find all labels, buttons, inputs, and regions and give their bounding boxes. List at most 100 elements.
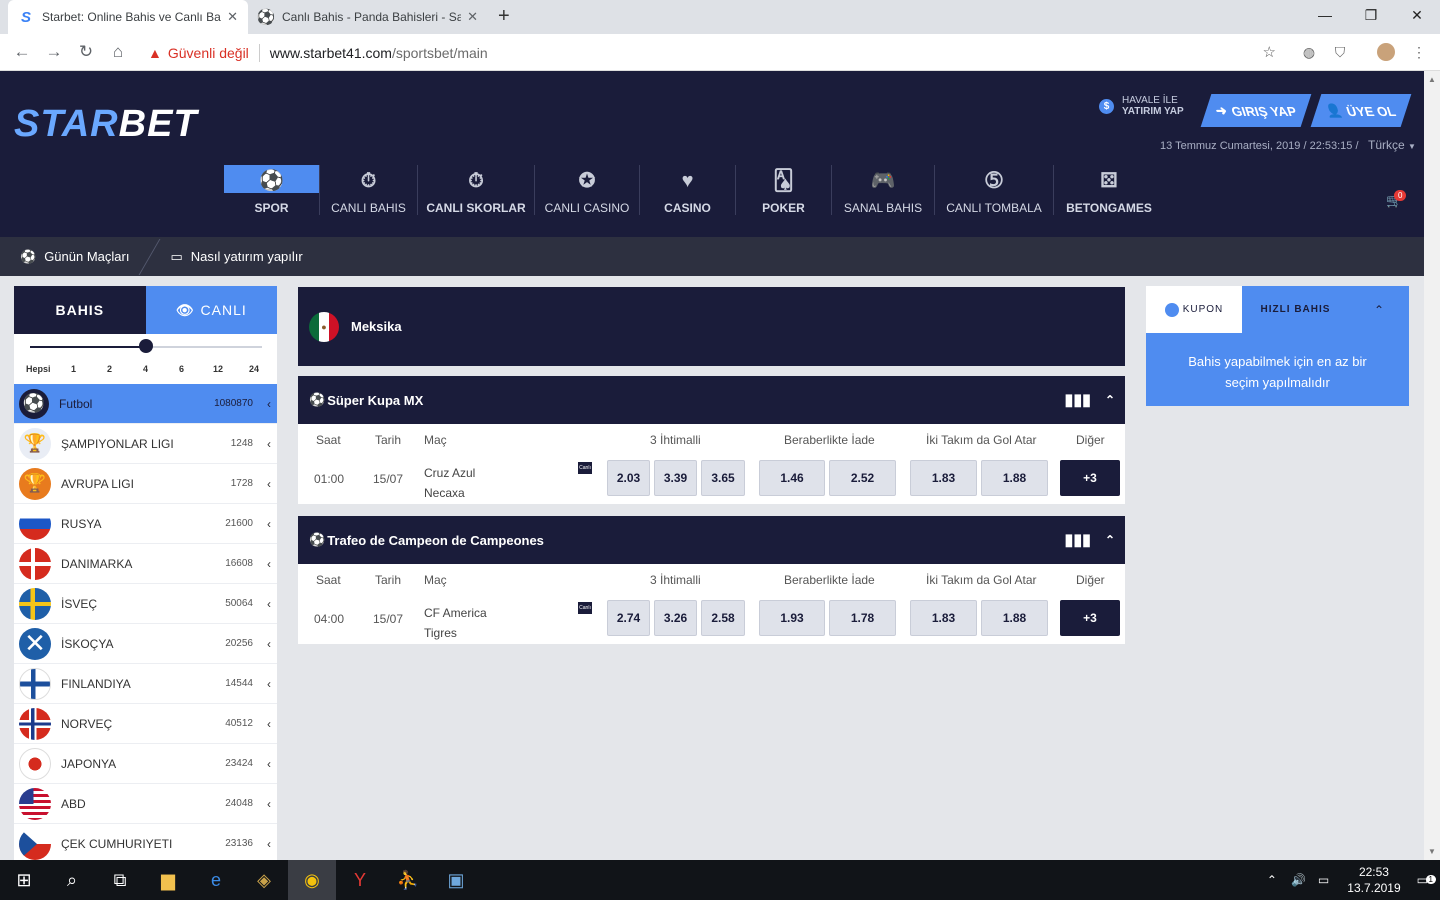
match-teams[interactable]: CF America Tigres bbox=[424, 603, 487, 643]
task-view-icon[interactable]: ⧉ bbox=[96, 860, 144, 900]
sidebar-item-czech[interactable]: ÇEK CUMHURIYETI 23136 ‹ bbox=[14, 824, 277, 860]
scroll-down-arrow-icon[interactable]: ▼ bbox=[1428, 847, 1436, 856]
bet-slip-cart[interactable]: 🛒 0 bbox=[1386, 190, 1407, 209]
bank-transfer-deposit-link[interactable]: $ HAVALE İLE YATIRIM YAP bbox=[1099, 95, 1184, 117]
more-markets-button[interactable]: +3 bbox=[1060, 600, 1120, 636]
globe-extension-icon[interactable]: ◍ bbox=[1300, 43, 1318, 61]
odd-button[interactable]: 1.88 bbox=[981, 460, 1048, 496]
more-markets-button[interactable]: +3 bbox=[1060, 460, 1120, 496]
slider-label[interactable]: 24 bbox=[249, 364, 259, 374]
sidebar-item-sweden[interactable]: İSVEÇ 50064 ‹ bbox=[14, 584, 277, 624]
tab-kupon[interactable]: KUPON bbox=[1146, 286, 1242, 333]
nav-betongames[interactable]: ⚄ BETONGAMES bbox=[1054, 165, 1164, 215]
close-window-button[interactable]: ✕ bbox=[1394, 0, 1440, 30]
counter-strike-icon[interactable]: ⛹ bbox=[384, 860, 432, 900]
volume-icon[interactable]: 🔊 bbox=[1291, 873, 1306, 887]
odd-button[interactable]: 1.88 bbox=[981, 600, 1048, 636]
chrome-browser-icon[interactable]: ◉ bbox=[288, 860, 336, 900]
browser-tab-starbet[interactable]: S Starbet: Online Bahis ve Canlı Ba ✕ bbox=[8, 0, 248, 34]
sidebar-item-champions-league[interactable]: 🏆 ŞAMPIYONLAR LIGI 1248 ‹ bbox=[14, 424, 277, 464]
odd-button[interactable]: 2.74 bbox=[607, 600, 650, 636]
page-scrollbar[interactable]: ▲ ▼ bbox=[1424, 71, 1440, 860]
sidebar-item-norway[interactable]: NORVEÇ 40512 ‹ bbox=[14, 704, 277, 744]
odd-button[interactable]: 1.83 bbox=[910, 460, 977, 496]
nav-poker[interactable]: 🂡 POKER bbox=[736, 165, 832, 215]
scroll-up-arrow-icon[interactable]: ▲ bbox=[1428, 75, 1436, 84]
reload-icon[interactable]: ↻ bbox=[74, 40, 98, 64]
sidebar-item-denmark[interactable]: DANIMARKA 16608 ‹ bbox=[14, 544, 277, 584]
slider-label[interactable]: Hepsi bbox=[26, 364, 51, 374]
statistics-bars-icon[interactable]: ▮▮▮ bbox=[1065, 390, 1091, 410]
signup-button[interactable]: 👤 ÜYE OL bbox=[1310, 94, 1412, 127]
odd-button[interactable]: 1.46 bbox=[759, 460, 825, 496]
search-icon[interactable]: ⌕ bbox=[48, 860, 96, 900]
tab-hizli-bahis[interactable]: HIZLI BAHIS bbox=[1242, 286, 1349, 333]
back-arrow-icon[interactable]: ← bbox=[10, 40, 34, 64]
todays-matches-link[interactable]: ⚽ Günün Maçları bbox=[0, 249, 149, 265]
odd-button[interactable]: 1.93 bbox=[759, 600, 825, 636]
odd-button[interactable]: 3.26 bbox=[654, 600, 697, 636]
security-warning-label[interactable]: Güvenli değil bbox=[168, 45, 249, 61]
sidebar-item-futbol[interactable]: ⚽ Futbol 1080870 ‹ bbox=[14, 384, 277, 424]
app-icon[interactable]: ▣ bbox=[432, 860, 480, 900]
sidebar-item-finland[interactable]: FINLANDIYA 14544 ‹ bbox=[14, 664, 277, 704]
network-icon[interactable]: ▭ bbox=[1318, 873, 1329, 887]
sidebar-item-japan[interactable]: JAPONYA 23424 ‹ bbox=[14, 744, 277, 784]
notifications-icon[interactable]: ▭ 1 bbox=[1417, 873, 1436, 887]
sidebar-item-europa-league[interactable]: 🏆 AVRUPA LIGI 1728 ‹ bbox=[14, 464, 277, 504]
match-teams[interactable]: Cruz Azul Necaxa bbox=[424, 463, 475, 503]
statistics-bars-icon[interactable]: ▮▮▮ bbox=[1065, 530, 1091, 550]
starbet-logo[interactable]: STARBET bbox=[14, 103, 198, 146]
league-header[interactable]: ⚽ Süper Kupa MX ▮▮▮ ⌃ bbox=[298, 376, 1125, 424]
tab-bahis[interactable]: BAHIS bbox=[14, 286, 146, 334]
how-to-deposit-link[interactable]: ▭ Nasıl yatırım yapılır bbox=[150, 249, 322, 265]
odd-button[interactable]: 2.52 bbox=[829, 460, 896, 496]
bookmark-star-icon[interactable]: ☆ bbox=[1263, 43, 1276, 61]
game-launcher-icon[interactable]: ◈ bbox=[240, 860, 288, 900]
forward-arrow-icon[interactable]: → bbox=[42, 40, 66, 64]
sidebar-item-usa[interactable]: ABD 24048 ‹ bbox=[14, 784, 277, 824]
odd-button[interactable]: 3.39 bbox=[654, 460, 697, 496]
profile-avatar[interactable] bbox=[1377, 43, 1395, 61]
chevron-up-icon[interactable]: ⌃ bbox=[1105, 393, 1115, 407]
odd-button[interactable]: 1.78 bbox=[829, 600, 896, 636]
sidebar-item-scotland[interactable]: ✕ İSKOÇYA 20256 ‹ bbox=[14, 624, 277, 664]
nav-canli-skorlar[interactable]: ⏱ CANLI SKORLAR bbox=[418, 165, 535, 215]
odd-button[interactable]: 2.58 bbox=[701, 600, 745, 636]
slider-label[interactable]: 6 bbox=[179, 364, 184, 374]
close-tab-icon[interactable]: ✕ bbox=[467, 9, 478, 25]
new-tab-button[interactable]: + bbox=[498, 5, 510, 28]
slider-label[interactable]: 12 bbox=[213, 364, 223, 374]
slider-label[interactable]: 1 bbox=[71, 364, 76, 374]
slider-label[interactable]: 4 bbox=[143, 364, 148, 374]
windows-start-icon[interactable]: ⊞ bbox=[0, 860, 48, 900]
tray-chevron-up-icon[interactable]: ⌃ bbox=[1267, 873, 1277, 887]
file-explorer-icon[interactable]: ▆ bbox=[144, 860, 192, 900]
nav-canli-bahis[interactable]: ⏱ CANLI BAHIS bbox=[320, 165, 418, 215]
sidebar-item-russia[interactable]: RUSYA 21600 ‹ bbox=[14, 504, 277, 544]
url-omnibox[interactable]: ▲ Güvenli değil www.starbet41.com/sports… bbox=[140, 38, 1288, 67]
language-select[interactable]: Türkçe ▼ bbox=[1368, 138, 1416, 152]
slider-label[interactable]: 2 bbox=[107, 364, 112, 374]
edge-browser-icon[interactable]: e bbox=[192, 860, 240, 900]
nav-casino[interactable]: ♥ CASINO bbox=[640, 165, 736, 215]
live-tv-badge[interactable]: Canlı bbox=[578, 602, 592, 614]
nav-canli-tombala[interactable]: ➄ CANLI TOMBALA bbox=[935, 165, 1054, 215]
chevron-up-icon[interactable]: ⌃ bbox=[1349, 286, 1409, 333]
nav-spor[interactable]: ⚽ SPOR bbox=[224, 165, 320, 215]
league-header[interactable]: ⚽ Trafeo de Campeon de Campeones ▮▮▮ ⌃ bbox=[298, 516, 1125, 564]
nav-canli-casino[interactable]: ✪ CANLI CASINO bbox=[535, 165, 640, 215]
tab-canli[interactable]: 👁 CANLI bbox=[145, 286, 277, 334]
odd-button[interactable]: 3.65 bbox=[701, 460, 745, 496]
browser-tab-panda[interactable]: ⚽ Canlı Bahis - Panda Bahisleri - Sa ✕ bbox=[248, 0, 488, 34]
time-filter-slider[interactable]: Hepsi 1 2 4 6 12 24 bbox=[14, 334, 277, 384]
home-icon[interactable]: ⌂ bbox=[106, 40, 130, 64]
system-clock[interactable]: 22:53 13.7.2019 bbox=[1347, 864, 1400, 896]
restore-window-button[interactable]: ❐ bbox=[1348, 0, 1394, 30]
yandex-browser-icon[interactable]: Y bbox=[336, 860, 384, 900]
close-tab-icon[interactable]: ✕ bbox=[227, 9, 238, 25]
minimize-window-button[interactable]: — bbox=[1302, 0, 1348, 30]
odd-button[interactable]: 2.03 bbox=[607, 460, 650, 496]
slider-handle[interactable] bbox=[139, 339, 153, 353]
chevron-up-icon[interactable]: ⌃ bbox=[1105, 533, 1115, 547]
